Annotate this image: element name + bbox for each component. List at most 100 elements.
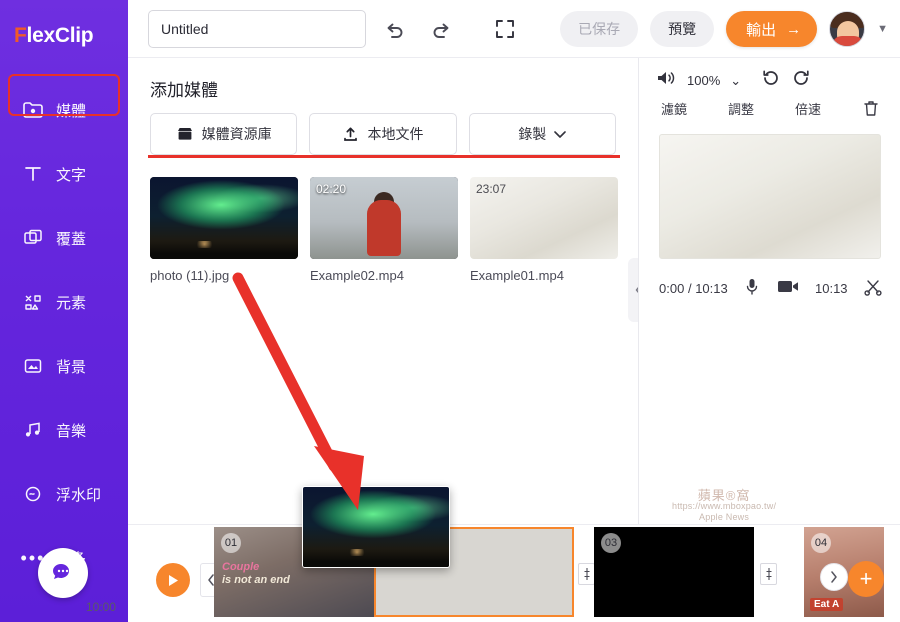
current-time-value: 0:00 [659,280,685,296]
timeline-clip-03[interactable]: 03 [594,527,754,617]
aurora-glow [194,240,216,248]
aurora-image [303,487,449,567]
sidebar-item-label: 文字 [56,166,87,184]
redo-icon[interactable] [424,12,458,46]
redo-circle-icon[interactable] [791,68,811,93]
tab-record[interactable]: 錄製 [468,113,616,155]
split-button[interactable] [760,563,777,585]
tab-label: 本地文件 [367,126,424,142]
sidebar-item-music[interactable]: 音樂 [0,398,128,462]
preview-video-stage[interactable] [658,134,881,259]
saved-status-badge: 已保存 [560,11,639,47]
sidebar-item-media[interactable]: 媒體 [0,78,128,142]
microphone-icon[interactable] [744,277,760,299]
logo-mark: F [14,24,27,47]
media-item-photo[interactable]: photo (11).jpg [150,177,298,283]
media-panel-title: 添加媒體 [150,81,218,100]
preview-duration: 10:13 [815,280,848,296]
watermark-title: 蘋果®窩 [697,488,751,503]
tool-label: 濾鏡 [661,102,688,117]
text-icon [22,163,44,185]
media-items-list: photo (11).jpg 02:20 Example02.mp4 23:07 [128,155,638,283]
clip-number: 01 [221,533,241,553]
zoom-level-label[interactable]: 100% [687,73,720,88]
tab-local-files[interactable]: 本地文件 [309,113,457,155]
top-toolbar: 已保存 預覽 輸出 → ▼ [128,0,900,58]
media-item-label: Example01.mp4 [470,268,564,283]
tool-label: 倍速 [795,102,822,117]
export-button[interactable]: 輸出 → [726,11,818,47]
fullscreen-icon[interactable] [488,12,522,46]
clip-number: 03 [601,533,621,553]
tool-adjust[interactable]: 調整 [728,99,754,118]
trash-icon[interactable] [862,99,880,118]
split-button[interactable] [578,563,595,585]
preview-time-row: 0:00 / 10:13 10:13 [639,259,900,299]
elements-icon [22,291,44,313]
play-button[interactable] [156,563,190,597]
tool-label: 調整 [728,102,755,117]
upload-icon [342,126,359,143]
sidebar-item-watermark[interactable]: 浮水印 [0,462,128,526]
total-time-value: 10:13 [695,280,728,296]
chat-bubble-icon[interactable] [38,548,88,598]
person-body [367,199,401,256]
tabs-underline-annotation [148,155,620,158]
media-thumbnail[interactable] [150,177,298,259]
tab-label: 錄製 [518,126,547,142]
timeline-scroll-right-button[interactable] [820,563,848,591]
preview-button[interactable]: 預覽 [650,11,715,47]
chevron-down-icon [554,130,567,139]
music-icon [22,419,44,441]
flexclip-editor-window: FlexClip 媒體 文字 覆蓋 元素 背景 音樂 浮水印 ••• Untit… [0,0,900,622]
clip-caption: Eat A [810,598,844,611]
media-thumbnail[interactable]: 23:07 [470,177,618,259]
media-clip-icon[interactable] [777,278,799,298]
chevron-right-icon [831,571,837,583]
sidebar-item-label: 浮水印 [56,486,102,504]
chevron-down-icon[interactable]: ▼ [877,23,888,35]
scissors-icon[interactable] [864,278,882,299]
app-logo[interactable]: FlexClip [0,0,128,72]
tool-speed[interactable]: 倍速 [795,99,821,118]
left-sidebar: FlexClip 媒體 文字 覆蓋 元素 背景 音樂 浮水印 ••• [0,0,128,622]
clip-caption: Couple is not an end [222,561,290,587]
sidebar-item-elements[interactable]: 元素 [0,270,128,334]
undo-circle-icon[interactable] [761,68,781,93]
play-icon [169,574,178,586]
arrow-right-icon: → [786,20,802,38]
sidebar-nav: 媒體 文字 覆蓋 元素 背景 音樂 浮水印 ••• [0,78,128,590]
undo-icon[interactable] [378,12,412,46]
preview-panel: 100% ⌄ 濾鏡 調整 倍速 0:00 / 10:13 10:13 [638,58,900,524]
media-item-example01[interactable]: 23:07 Example01.mp4 [470,177,618,283]
media-panel: 添加媒體 媒體資源庫 本地文件 錄製 photo (11).jpg 02:20 … [128,58,638,524]
watermark-sub: Apple News [699,512,750,522]
clip-tools-row: 濾鏡 調整 倍速 [639,95,900,118]
project-title-input[interactable] [148,10,366,48]
sidebar-item-overlay[interactable]: 覆蓋 [0,206,128,270]
media-thumbnail[interactable]: 02:20 [310,177,458,259]
tool-filter[interactable]: 濾鏡 [661,99,687,118]
user-avatar[interactable] [829,11,866,47]
split-icon [766,568,771,580]
clip-caption-line2: is not an end [222,574,290,586]
media-item-label: photo (11).jpg [150,268,230,283]
aurora-image [150,177,298,259]
media-item-example02[interactable]: 02:20 Example02.mp4 [310,177,458,283]
tab-media-library[interactable]: 媒體資源庫 [150,113,298,155]
add-clip-button[interactable]: + [848,561,884,597]
time-separator: / [687,280,692,296]
speaker-icon[interactable] [655,68,677,93]
sidebar-item-text[interactable]: 文字 [0,142,128,206]
split-icon [584,568,589,580]
sidebar-item-label: 背景 [56,358,87,376]
chevron-down-icon[interactable]: ⌄ [730,73,741,89]
sidebar-item-label: 音樂 [56,422,87,440]
aurora-glow [346,549,368,556]
media-tabs: 媒體資源庫 本地文件 錄製 [128,113,638,155]
preview-current-time: 0:00 / 10:13 [659,281,728,296]
tab-label: 媒體資源庫 [201,126,272,142]
sidebar-item-background[interactable]: 背景 [0,334,128,398]
dragged-media-thumbnail[interactable] [302,486,450,568]
media-duration-badge: 23:07 [476,182,507,196]
